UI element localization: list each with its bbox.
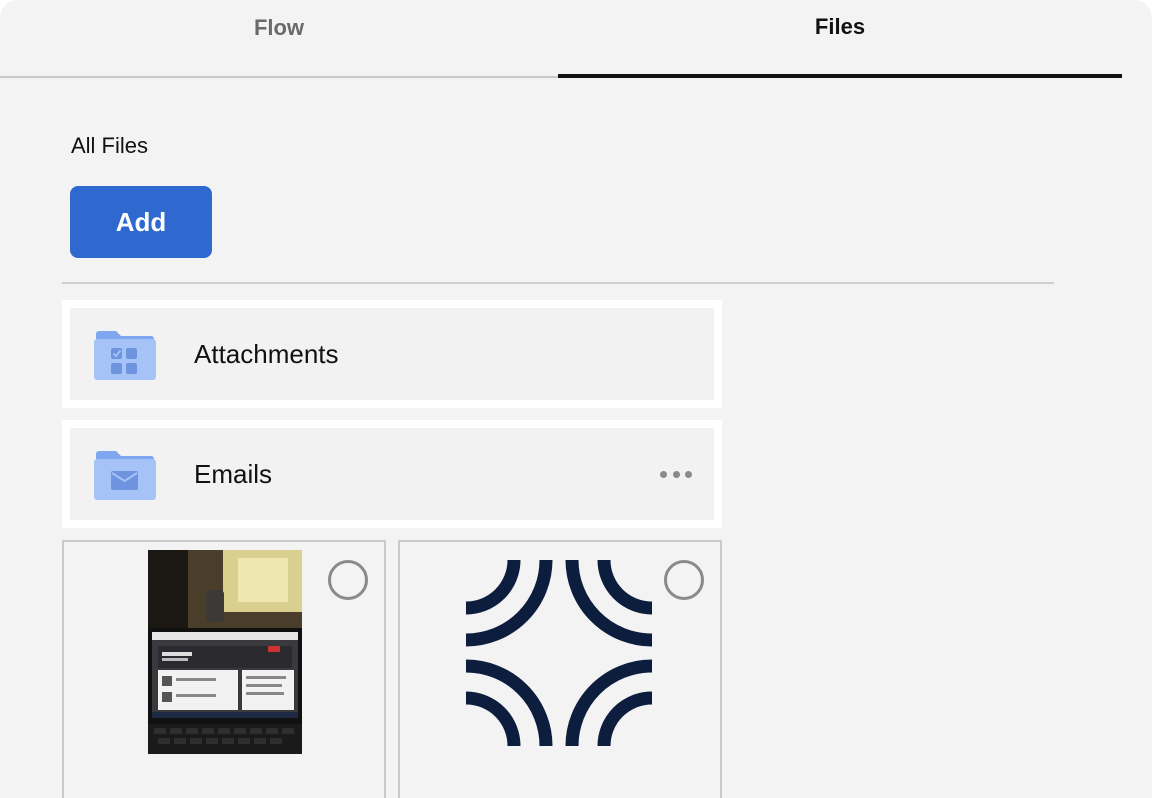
arc-logo-thumbnail <box>466 560 652 746</box>
laptop-photo-thumbnail <box>148 550 302 754</box>
folder-row-attachments[interactable]: Attachments <box>62 300 722 408</box>
select-checkbox[interactable] <box>328 560 368 600</box>
folder-name: Attachments <box>194 338 339 369</box>
folder-name: Emails <box>194 458 273 489</box>
file-card-photo[interactable] <box>62 540 386 798</box>
folder-row-body[interactable]: Attachments <box>70 308 714 400</box>
folder-grid-icon <box>94 331 156 380</box>
section-title: All Files <box>71 133 149 158</box>
file-card-image[interactable] <box>398 540 722 798</box>
folder-row-emails[interactable]: Emails <box>62 420 722 528</box>
more-options-icon[interactable] <box>660 464 692 484</box>
divider <box>62 282 1054 284</box>
files-panel: Flow Files All Files Add Attachments Ema… <box>0 0 1152 798</box>
tab-bar: Flow Files <box>0 0 1122 78</box>
tab-files[interactable]: Files <box>558 0 1122 78</box>
folder-mail-icon <box>94 451 156 500</box>
folder-row-body[interactable]: Emails <box>70 428 714 520</box>
select-checkbox[interactable] <box>664 560 704 600</box>
tab-flow[interactable]: Flow <box>0 0 558 78</box>
add-button[interactable]: Add <box>70 186 212 258</box>
